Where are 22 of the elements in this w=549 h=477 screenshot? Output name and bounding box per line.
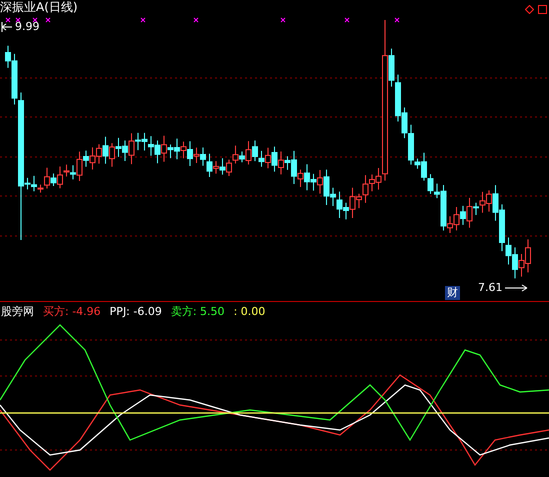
cross-marker-icon — [140, 18, 146, 22]
cross-marker-icon — [6, 18, 10, 22]
cross-marker-icon — [32, 18, 38, 22]
cross-marker-icon — [394, 18, 400, 22]
cross-marker-icon — [16, 18, 20, 22]
indicator-value: 卖方: 5.50 — [170, 304, 225, 319]
indicator-value: : 0.00 — [234, 305, 266, 318]
cross-marker-icon — [344, 18, 350, 22]
low-price-label: 7.61 — [478, 281, 502, 294]
chart-title: 深振业A(日线) — [0, 0, 78, 15]
right-arrow-icon — [504, 284, 528, 292]
event-badge: 财 — [445, 286, 460, 300]
left-arrow-icon — [1, 22, 13, 32]
indicator-value: 买方: -4.96 — [43, 304, 101, 319]
cross-marker-icon — [46, 18, 50, 22]
indicator-name: 股旁网 — [1, 304, 34, 319]
cross-marker-icon — [194, 18, 198, 22]
indicator-value: PPJ: -6.09 — [110, 305, 162, 318]
high-price-label: 9.99 — [15, 20, 40, 33]
cross-marker-icon — [280, 18, 286, 22]
diamond-icon[interactable] — [525, 5, 534, 14]
square-icon[interactable] — [538, 5, 547, 14]
